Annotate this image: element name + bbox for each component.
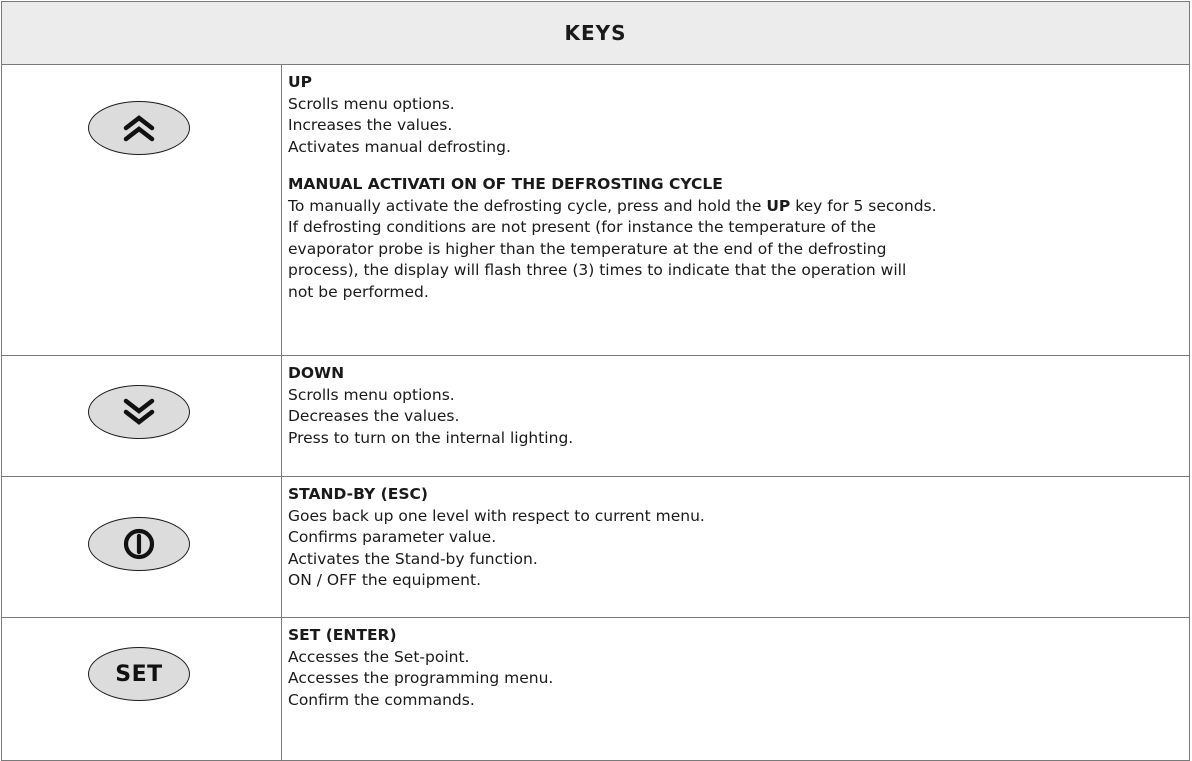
set-key-button: SET: [88, 647, 190, 701]
up-key-button: [88, 101, 190, 155]
power-icon: [123, 528, 155, 560]
description-line: Increases the values.: [288, 116, 453, 134]
key-title: STAND-BY (ESC): [288, 485, 428, 503]
paragraph-key-name: UP: [766, 196, 791, 215]
table-title: KEYS: [1, 1, 1190, 65]
table-row-set: SET SET (ENTER) Accesses the Set-point. …: [1, 617, 1190, 761]
description-line: Scrolls menu options.: [288, 385, 455, 404]
key-title: SET (ENTER): [288, 626, 397, 644]
table-row-up: UP Scrolls menu options. Increases the v…: [1, 64, 1190, 356]
key-icon-cell: SET: [1, 617, 282, 761]
description-line: Goes back up one level with respect to c…: [288, 506, 705, 525]
description-line: ON / OFF the equipment.: [288, 571, 482, 589]
key-icon-cell: [1, 476, 282, 618]
double-chevron-down-icon: [123, 398, 155, 425]
key-title: UP: [288, 73, 312, 91]
description-line: Decreases the values.: [288, 407, 460, 425]
paragraph-line: To manually activate the defrosting cycl…: [288, 196, 1183, 218]
description-line: Accesses the programming menu.: [288, 669, 554, 687]
description-line: Scrolls menu options.: [288, 94, 455, 113]
key-description: STAND-BY (ESC) Goes back up one level wi…: [281, 476, 1190, 618]
keys-table: KEYS UP Scrolls menu options. Increases …: [1, 1, 1190, 761]
key-description: SET (ENTER) Accesses the Set-point. Acce…: [281, 617, 1190, 761]
table-row-down: DOWN Scrolls menu options. Decreases the…: [1, 355, 1190, 477]
paragraph-text: To manually activate the defrosting cycl…: [288, 196, 767, 215]
paragraph-line: not be performed.: [288, 282, 429, 301]
paragraph-line: evaporator probe is higher than the temp…: [288, 239, 887, 258]
down-key-button: [88, 385, 190, 439]
paragraph-line: process), the display will flash three (…: [288, 261, 907, 279]
description-line: Confirms parameter value.: [288, 528, 497, 546]
description-line: Accesses the Set-point.: [288, 647, 470, 666]
key-description: DOWN Scrolls menu options. Decreases the…: [281, 355, 1190, 477]
section-subtitle: MANUAL ACTIVATI ON OF THE DEFROSTING CYC…: [288, 175, 723, 193]
description-line: Activates manual defrosting.: [288, 137, 511, 156]
description-line: Confirm the commands.: [288, 690, 475, 709]
description-line: Activates the Stand-by function.: [288, 549, 538, 568]
description-line: Press to turn on the internal lighting.: [288, 428, 574, 447]
set-label-icon: SET: [115, 661, 163, 687]
paragraph-text: key for 5 seconds.: [790, 196, 937, 215]
key-icon-cell: [1, 355, 282, 477]
key-title: DOWN: [288, 364, 345, 382]
key-icon-cell: [1, 64, 282, 356]
paragraph-line: If defrosting conditions are not present…: [288, 218, 877, 236]
double-chevron-up-icon: [123, 115, 155, 142]
standby-key-button: [88, 517, 190, 571]
key-description: UP Scrolls menu options. Increases the v…: [281, 64, 1190, 356]
table-row-standby: STAND-BY (ESC) Goes back up one level wi…: [1, 476, 1190, 618]
